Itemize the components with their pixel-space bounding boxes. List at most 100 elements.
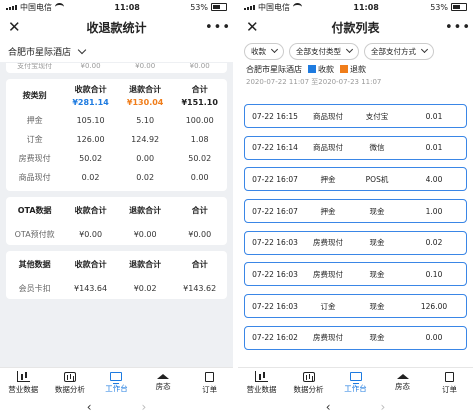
- tab-data-analysis[interactable]: 数据分析: [285, 368, 332, 398]
- payment-list-item[interactable]: 07-22 16:14 商品现付 微信 0.01: [244, 135, 467, 160]
- analysis-icon: [302, 371, 315, 382]
- monitor-icon: [349, 372, 362, 384]
- analysis-icon: [63, 371, 76, 382]
- payment-time: 07-22 16:03: [252, 301, 298, 311]
- chart-icon: [16, 371, 30, 382]
- forward-arrow-icon[interactable]: ›: [381, 400, 386, 414]
- carrier: 中国电信: [258, 2, 290, 12]
- payment-amount: 0.00: [425, 333, 443, 343]
- back-arrow-icon[interactable]: ‹: [87, 400, 92, 414]
- clock: 11:08: [114, 2, 140, 12]
- page-title: 付款列表: [331, 20, 380, 35]
- table-row: 订金 126.00 124.92 1.08: [26, 135, 209, 144]
- tab-bar: 营业数据 数据分析 工作台 房态 订单: [238, 367, 473, 398]
- document-icon: [205, 371, 215, 382]
- store-selector[interactable]: 合肥市星际酒店: [0, 40, 233, 62]
- table-row: OTA预付款 ¥0.00 ¥0.00 ¥0.00: [14, 229, 212, 239]
- payment-method: POS机: [365, 174, 389, 184]
- forward-arrow-icon[interactable]: ›: [142, 400, 147, 414]
- ota-header-row: OTA数据 收款合计 退款合计 合计: [17, 205, 208, 215]
- payment-category: 商品现付: [313, 111, 343, 121]
- screenshot-pair: 中国电信 11:08 53% ✕ 收退款统计 ••• 合肥市星际酒店 支付宝现付…: [0, 0, 473, 416]
- payment-method: 现金: [369, 333, 385, 343]
- legend-refund: 退款: [340, 64, 366, 75]
- cut-off-row: 支付宝现付 ¥0.00 ¥0.00 ¥0.00: [6, 63, 227, 73]
- more-icon[interactable]: •••: [445, 20, 470, 35]
- payment-list-item[interactable]: 07-22 16:07 押金 POS机 4.00: [244, 167, 467, 192]
- payment-time: 07-22 16:03: [252, 238, 298, 248]
- payment-time: 07-22 16:14: [252, 143, 298, 153]
- chart-icon: [255, 371, 268, 382]
- tab-workbench[interactable]: 工作台: [332, 368, 379, 398]
- payment-amount: 0.10: [425, 269, 443, 279]
- legend: 合肥市星际酒店 收款 退款: [238, 62, 473, 76]
- payment-list-item[interactable]: 07-22 16:03 房费现付 现金 0.02: [244, 230, 467, 255]
- carrier: 中国电信: [20, 2, 52, 12]
- payment-time: 07-22 16:07: [252, 174, 298, 184]
- payment-amount: 0.02: [425, 238, 443, 248]
- status-bar: 中国电信 11:08 53%: [0, 0, 233, 14]
- type-filter[interactable]: 收款: [244, 42, 284, 60]
- house-icon: [396, 374, 409, 379]
- tab-orders[interactable]: 订单: [426, 368, 473, 398]
- tab-orders[interactable]: 订单: [186, 368, 233, 398]
- payment-list-item[interactable]: 07-22 16:03 房费现付 现金 0.10: [244, 262, 467, 287]
- payment-method: 现金: [369, 269, 385, 279]
- wifi-icon: [293, 3, 302, 11]
- close-icon[interactable]: ✕: [246, 18, 266, 36]
- store-name: 合肥市星际酒店: [8, 47, 72, 58]
- payment-amount: 4.00: [425, 174, 443, 184]
- refund-total: ¥130.04: [126, 97, 164, 107]
- refund-stats-screen: 中国电信 11:08 53% ✕ 收退款统计 ••• 合肥市星际酒店 支付宝现付…: [0, 0, 233, 416]
- chevron-down-icon: [345, 45, 354, 54]
- tab-bar: 营业数据 数据分析 工作台 房态 订单: [0, 367, 233, 398]
- ota-stats-card: OTA数据 收款合计 退款合计 合计 OTA预付款 ¥0.00 ¥0.00 ¥0.00: [6, 197, 227, 245]
- tab-room-status[interactable]: 房态: [379, 368, 426, 398]
- more-icon[interactable]: •••: [205, 20, 230, 35]
- signal-icon: [244, 4, 255, 10]
- tab-business-data[interactable]: 营业数据: [238, 368, 285, 398]
- chevron-down-icon: [420, 45, 429, 54]
- store-name: 合肥市星际酒店: [246, 64, 302, 74]
- payment-list-item[interactable]: 07-22 16:07 押金 现金 1.00: [244, 199, 467, 224]
- chevron-down-icon: [270, 45, 279, 54]
- date-range: 2020-07-22 11:07 至2020-07-23 11:07: [246, 77, 382, 86]
- payment-list-item[interactable]: 07-22 16:03 订金 现金 126.00: [244, 294, 467, 319]
- payment-list-item[interactable]: 07-22 16:02 房费现付 现金 0.00: [244, 325, 467, 350]
- battery-icon: [211, 3, 227, 11]
- payment-category: 房费现付: [313, 238, 343, 248]
- battery-percent: 53%: [190, 2, 208, 12]
- stats-scroll-area[interactable]: 支付宝现付 ¥0.00 ¥0.00 ¥0.00 按类别 收款合计 ¥281.14 …: [0, 63, 233, 368]
- other-header-row: 其他数据 收款合计 退款合计 合计: [18, 259, 208, 269]
- payment-amount: 0.01: [425, 111, 443, 121]
- payment-category: 订金: [320, 301, 336, 311]
- payment-category: 房费现付: [313, 269, 343, 279]
- pay-method-filter[interactable]: 全部支付方式: [364, 42, 434, 60]
- tab-workbench[interactable]: 工作台: [93, 368, 140, 398]
- system-nav-bar: ‹ ›: [0, 398, 233, 416]
- house-icon: [157, 374, 170, 379]
- pay-type-filter[interactable]: 全部支付类型: [289, 42, 359, 60]
- receive-total: ¥281.14: [72, 97, 109, 107]
- payment-amount: 126.00: [420, 301, 448, 311]
- payment-list[interactable]: 07-22 16:15 商品现付 支付宝 0.01 07-22 16:14 商品现付 微信 0…: [238, 104, 473, 368]
- tab-business-data[interactable]: 营业数据: [0, 368, 47, 398]
- payment-category: 房费现付: [313, 333, 343, 343]
- nav-bar: ✕ 付款列表 •••: [238, 14, 473, 40]
- table-row: 房费现付 50.02 0.00 50.02: [18, 154, 212, 163]
- tab-data-analysis[interactable]: 数据分析: [47, 368, 94, 398]
- payment-list-screen: 中国电信 11:08 53% ✕ 付款列表 ••• 收款 全部支付类型 全部支付…: [238, 0, 473, 416]
- payment-method: 支付宝: [365, 111, 389, 121]
- chevron-down-icon: [77, 45, 87, 54]
- category-stats-card: 按类别 收款合计 ¥281.14 退款合计 ¥130.04 合计 ¥151.10 押金…: [6, 79, 227, 191]
- payment-amount: 1.00: [425, 206, 443, 216]
- battery-percent: 53%: [430, 2, 448, 12]
- close-icon[interactable]: ✕: [8, 18, 28, 36]
- payment-list-item[interactable]: 07-22 16:15 商品现付 支付宝 0.01: [244, 104, 467, 128]
- tab-room-status[interactable]: 房态: [140, 368, 187, 398]
- other-stats-card: 其他数据 收款合计 退款合计 合计 会员卡扣 ¥143.64 ¥0.02 ¥143.62: [6, 251, 227, 299]
- back-arrow-icon[interactable]: ‹: [326, 400, 331, 414]
- battery-icon: [451, 3, 467, 11]
- payment-category: 押金: [320, 206, 336, 216]
- payment-method: 现金: [369, 301, 385, 311]
